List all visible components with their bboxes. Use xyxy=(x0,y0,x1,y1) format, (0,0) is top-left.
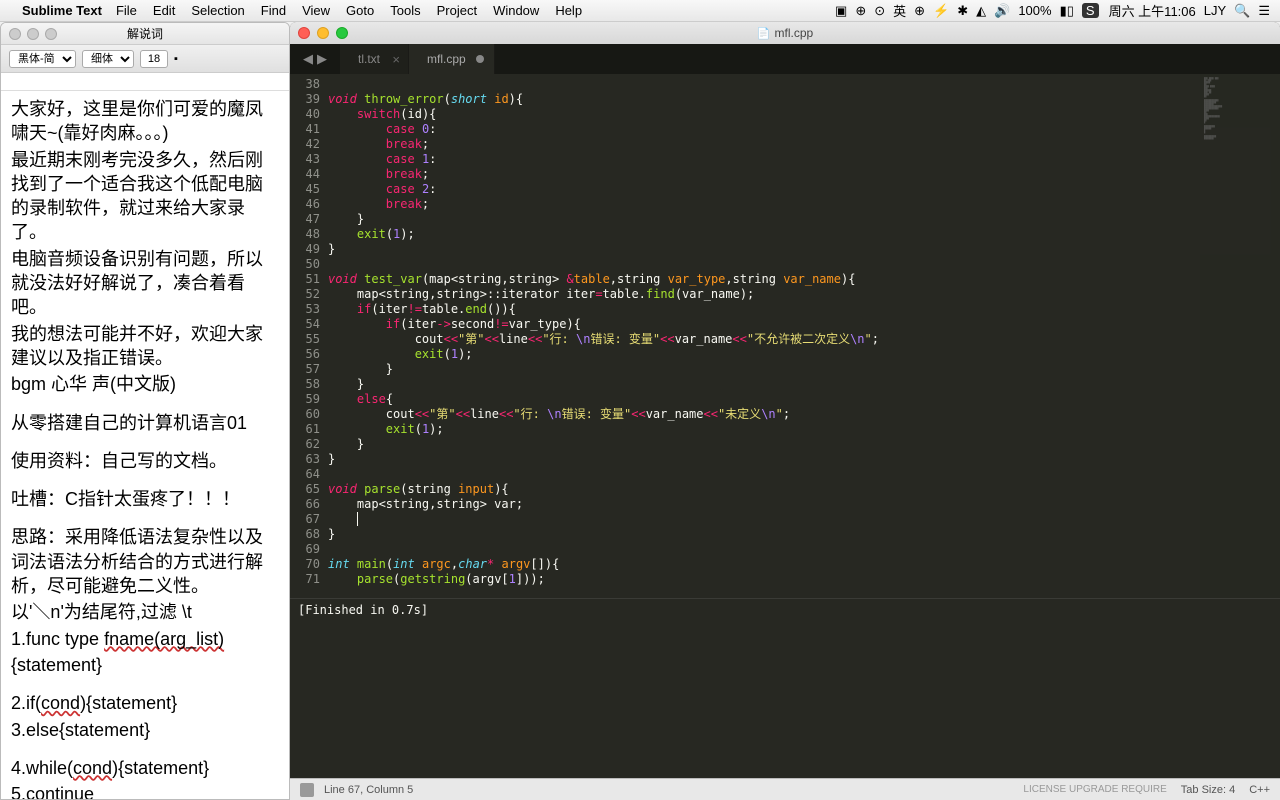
window-title: 解说词 xyxy=(127,25,163,42)
minimap-content: ███ ████ █████ ██████████████ ██████████… xyxy=(1200,74,1280,144)
paragraph: {statement} xyxy=(11,653,279,677)
nav-forward-icon[interactable]: ▶ xyxy=(317,51,327,67)
font-style-select[interactable]: 黑体-简 xyxy=(9,50,76,68)
cursor-position[interactable]: Line 67, Column 5 xyxy=(324,784,413,796)
paragraph: 电脑音频设备识别有问题，所以就没法好好解说了，凑合着看吧。 xyxy=(11,247,279,320)
wifi-icon[interactable]: ◭ xyxy=(976,3,986,19)
textedit-toolbar: 黑体-简 细体 ▪ xyxy=(1,45,289,73)
close-button[interactable] xyxy=(9,28,21,40)
menu-help[interactable]: Help xyxy=(555,3,582,18)
nav-arrows: ◀ ▶ xyxy=(290,44,340,74)
license-notice: LICENSE UPGRADE REQUIRE xyxy=(1023,784,1166,795)
dirty-indicator-icon xyxy=(476,55,484,63)
close-icon[interactable]: × xyxy=(392,52,400,67)
editor-area: 38 39 40 41 42 43 44 45 46 47 48 49 50 5… xyxy=(290,74,1280,598)
paragraph: 2.if(cond){statement} xyxy=(11,691,279,715)
minimize-button[interactable] xyxy=(27,28,39,40)
menu-tools[interactable]: Tools xyxy=(390,3,420,18)
close-button[interactable] xyxy=(298,27,310,39)
zoom-button[interactable] xyxy=(45,28,57,40)
tab-label: mfl.cpp xyxy=(427,52,466,66)
file-icon: 📄 xyxy=(757,27,771,40)
font-size-input[interactable] xyxy=(140,50,168,68)
spotlight-icon[interactable]: 🔍 xyxy=(1234,3,1250,19)
paragraph: 从零搭建自己的计算机语言01 xyxy=(11,411,279,435)
paragraph: 我的想法可能并不好，欢迎大家建议以及指正错误。 xyxy=(11,322,279,371)
syntax-mode[interactable]: C++ xyxy=(1249,784,1270,796)
menu-project[interactable]: Project xyxy=(437,3,477,18)
battery-icon[interactable]: ▮▯ xyxy=(1060,3,1074,19)
menu-selection[interactable]: Selection xyxy=(191,3,244,18)
zoom-button[interactable] xyxy=(336,27,348,39)
line-gutter: 38 39 40 41 42 43 44 45 46 47 48 49 50 5… xyxy=(290,74,328,598)
paragraph: 1.func type fname(arg_list) xyxy=(11,627,279,651)
menu-find[interactable]: Find xyxy=(261,3,286,18)
status-indicator-icon[interactable] xyxy=(300,783,314,797)
tab-tl-txt[interactable]: tl.txt × xyxy=(340,44,409,74)
paragraph: 最近期末刚考完没多久，然后刚找到了一个适合我这个低配电脑的录制软件，就过来给大家… xyxy=(11,148,279,245)
textedit-window: 解说词 黑体-简 细体 ▪ 大家好，这里是你们可爱的魔凤啸天~(靠好肉麻。。。)… xyxy=(0,22,290,800)
menu-edit[interactable]: Edit xyxy=(153,3,175,18)
status-icon[interactable]: ⊕ xyxy=(914,3,925,19)
paragraph: bgm 心华 声(中文版) xyxy=(11,372,279,396)
volume-icon[interactable]: 🔊 xyxy=(994,3,1010,19)
tab-label: tl.txt xyxy=(358,52,380,66)
window-title: mfl.cpp xyxy=(775,26,814,40)
paragraph: 3.else{statement} xyxy=(11,718,279,742)
app-indicator-icon[interactable]: S xyxy=(1082,3,1099,18)
traffic-lights xyxy=(298,27,348,39)
output-text: [Finished in 0.7s] xyxy=(298,603,428,617)
notification-center-icon[interactable]: ☰ xyxy=(1258,3,1270,19)
status-icon[interactable]: ▣ xyxy=(835,3,847,19)
input-method-icon[interactable]: 英 xyxy=(893,1,906,20)
status-icon[interactable]: ⊙ xyxy=(874,3,885,19)
tab-size[interactable]: Tab Size: 4 xyxy=(1181,784,1235,796)
battery-percent[interactable]: 100% xyxy=(1018,3,1051,18)
tab-mfl-cpp[interactable]: mfl.cpp xyxy=(409,44,495,74)
textedit-content[interactable]: 大家好，这里是你们可爱的魔凤啸天~(靠好肉麻。。。) 最近期末刚考完没多久，然后… xyxy=(1,91,289,800)
paragraph: 以'＼n'为结尾符,过滤 \t xyxy=(11,600,279,624)
bluetooth-icon[interactable]: ✱ xyxy=(957,3,968,19)
ruler xyxy=(1,73,289,91)
app-name[interactable]: Sublime Text xyxy=(22,3,102,18)
clock[interactable]: 周六 上午11:06 xyxy=(1109,1,1196,20)
build-output[interactable]: [Finished in 0.7s] xyxy=(290,598,1280,778)
menu-window[interactable]: Window xyxy=(493,3,539,18)
menu-file[interactable]: File xyxy=(116,3,137,18)
nav-back-icon[interactable]: ◀ xyxy=(303,51,313,67)
menu-goto[interactable]: Goto xyxy=(346,3,374,18)
macos-menubar: Sublime Text File Edit Selection Find Vi… xyxy=(0,0,1280,22)
status-bar: Line 67, Column 5 LICENSE UPGRADE REQUIR… xyxy=(290,778,1280,800)
paragraph: 使用资料：自己写的文档。 xyxy=(11,449,279,473)
user-name[interactable]: LJY xyxy=(1204,3,1226,18)
status-icon[interactable]: ⊕ xyxy=(855,3,866,19)
tab-bar: ◀ ▶ tl.txt × mfl.cpp xyxy=(290,44,1280,74)
textedit-titlebar: 解说词 xyxy=(1,23,289,45)
traffic-lights xyxy=(9,28,57,40)
sublime-window: 📄 mfl.cpp ◀ ▶ tl.txt × mfl.cpp 38 39 40 … xyxy=(290,22,1280,800)
text-color-icon[interactable]: ▪ xyxy=(174,53,178,65)
font-variant-select[interactable]: 细体 xyxy=(82,50,134,68)
paragraph: 大家好，这里是你们可爱的魔凤啸天~(靠好肉麻。。。) xyxy=(11,97,279,146)
menu-view[interactable]: View xyxy=(302,3,330,18)
minimize-button[interactable] xyxy=(317,27,329,39)
paragraph: 4.while(cond){statement} xyxy=(11,756,279,780)
paragraph: 5.continue xyxy=(11,782,279,800)
sublime-titlebar: 📄 mfl.cpp xyxy=(290,22,1280,44)
paragraph: 思路：采用降低语法复杂性以及词法语法分析结合的方式进行解析，尽可能避免二义性。 xyxy=(11,525,279,598)
status-icon[interactable]: ⚡ xyxy=(933,3,949,19)
paragraph: 吐槽：C指针太蛋疼了！！！ xyxy=(11,487,279,511)
code-editor[interactable]: void throw_error(short id){ switch(id){ … xyxy=(328,74,1280,598)
minimap[interactable]: ███ ████ █████ ██████████████ ██████████… xyxy=(1200,74,1280,598)
